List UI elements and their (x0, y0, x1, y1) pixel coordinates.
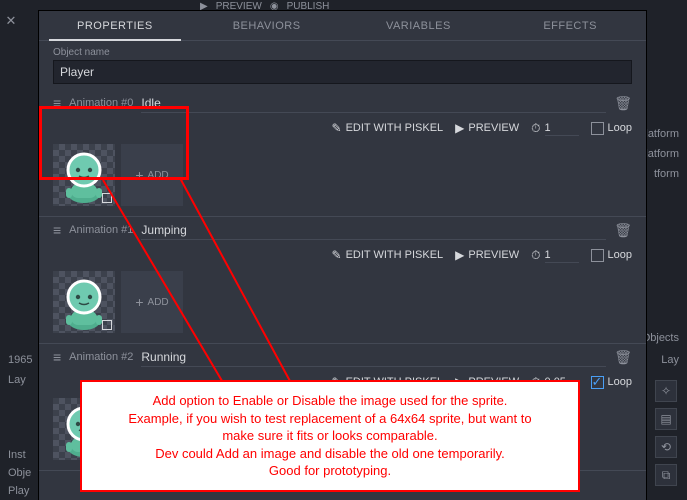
preview-button[interactable]: ▶ PREVIEW (455, 121, 519, 135)
bg-text: Obje (8, 467, 31, 479)
tool-icon[interactable]: ▤ (655, 408, 677, 430)
loop-toggle[interactable]: Loop (591, 122, 632, 135)
annotation-line: Example, if you wish to test replacement… (96, 410, 564, 428)
preview-label: PREVIEW (468, 122, 519, 134)
loop-label: Loop (608, 249, 632, 261)
tool-icon[interactable]: ⟲ (655, 436, 677, 458)
drag-handle-icon[interactable]: ≡ (53, 95, 61, 111)
loop-toggle[interactable]: Loop (591, 376, 632, 389)
edit-label: EDIT WITH PISKEL (346, 122, 444, 134)
add-frame-button[interactable]: + ADD (121, 271, 183, 333)
loop-toggle[interactable]: Loop (591, 249, 632, 262)
animation-block: ≡ Animation #0 🗑 ✎ EDIT WITH PISKEL ▶ PR… (39, 90, 646, 217)
play-icon: ▶ (455, 248, 464, 262)
checkbox-icon[interactable] (591, 249, 604, 262)
preview-button[interactable]: ▶ PREVIEW (455, 248, 519, 262)
tab-behaviors[interactable]: BEHAVIORS (191, 11, 343, 40)
animation-name-input[interactable] (141, 221, 606, 240)
add-frame-button[interactable]: + ADD (121, 144, 183, 206)
checkbox-icon[interactable] (591, 122, 604, 135)
add-label: ADD (148, 297, 169, 308)
annotation-note: Add option to Enable or Disable the imag… (80, 380, 580, 492)
delete-animation-icon[interactable]: 🗑 (614, 349, 632, 366)
animation-index-label: Animation #2 (69, 351, 133, 363)
animation-name-input[interactable] (141, 94, 606, 113)
pencil-icon: ✎ (332, 248, 342, 262)
bg-text: latform (645, 128, 679, 140)
preview-label: PREVIEW (468, 249, 519, 261)
loop-label: Loop (608, 122, 632, 134)
animation-name-input[interactable] (141, 348, 606, 367)
frame-time-control[interactable]: ⏱ (531, 248, 578, 263)
edit-label: EDIT WITH PISKEL (346, 249, 444, 261)
object-name-label: Object name (39, 41, 646, 60)
animation-index-label: Animation #1 (69, 224, 133, 236)
frames-row: + ADD (53, 140, 632, 212)
frame-checkbox-icon[interactable] (102, 193, 112, 203)
bg-text: Inst (8, 449, 26, 461)
animation-index-label: Animation #0 (69, 97, 133, 109)
tab-variables[interactable]: VARIABLES (343, 11, 495, 40)
tab-bar: PROPERTIES BEHAVIORS VARIABLES EFFECTS (39, 11, 646, 41)
tab-effects[interactable]: EFFECTS (494, 11, 646, 40)
timer-icon: ⏱ (531, 248, 540, 263)
plus-icon: + (135, 294, 143, 310)
sprite-frame[interactable] (53, 144, 115, 206)
bg-text: Lay (661, 354, 679, 366)
frame-checkbox-icon[interactable] (102, 320, 112, 330)
annotation-line: Good for prototyping. (96, 462, 564, 480)
side-toolbar: ✧ ▤ ⟲ ⧉ (655, 380, 681, 486)
object-name-input[interactable] (53, 60, 632, 84)
tab-properties[interactable]: PROPERTIES (39, 11, 191, 40)
drag-handle-icon[interactable]: ≡ (53, 349, 61, 365)
frame-time-control[interactable]: ⏱ (531, 121, 578, 136)
edit-with-piskel-button[interactable]: ✎ EDIT WITH PISKEL (332, 248, 444, 262)
bg-text: 1965 (8, 354, 32, 366)
bg-text: tform (654, 168, 679, 180)
frame-time-input[interactable] (545, 121, 579, 136)
frame-time-input[interactable] (545, 248, 579, 263)
bg-text: Lay (8, 374, 26, 386)
tool-icon[interactable]: ✧ (655, 380, 677, 402)
edit-with-piskel-button[interactable]: ✎ EDIT WITH PISKEL (332, 121, 444, 135)
annotation-line: make sure it fits or looks comparable. (96, 427, 564, 445)
annotation-line: Dev could Add an image and disable the o… (96, 445, 564, 463)
timer-icon: ⏱ (531, 121, 540, 136)
close-icon[interactable]: ✕ (4, 14, 18, 28)
drag-handle-icon[interactable]: ≡ (53, 222, 61, 238)
tool-icon[interactable]: ⧉ (655, 464, 677, 486)
play-icon: ▶ (455, 121, 464, 135)
delete-animation-icon[interactable]: 🗑 (614, 95, 632, 112)
pencil-icon: ✎ (332, 121, 342, 135)
bg-text: Play (8, 485, 29, 497)
sprite-frame[interactable] (53, 271, 115, 333)
annotation-line: Add option to Enable or Disable the imag… (96, 392, 564, 410)
plus-icon: + (135, 167, 143, 183)
animation-block: ≡ Animation #1 🗑 ✎ EDIT WITH PISKEL ▶ PR… (39, 217, 646, 344)
loop-label: Loop (608, 376, 632, 388)
frames-row: + ADD (53, 267, 632, 339)
add-label: ADD (148, 170, 169, 181)
checkbox-icon[interactable] (591, 376, 604, 389)
delete-animation-icon[interactable]: 🗑 (614, 222, 632, 239)
